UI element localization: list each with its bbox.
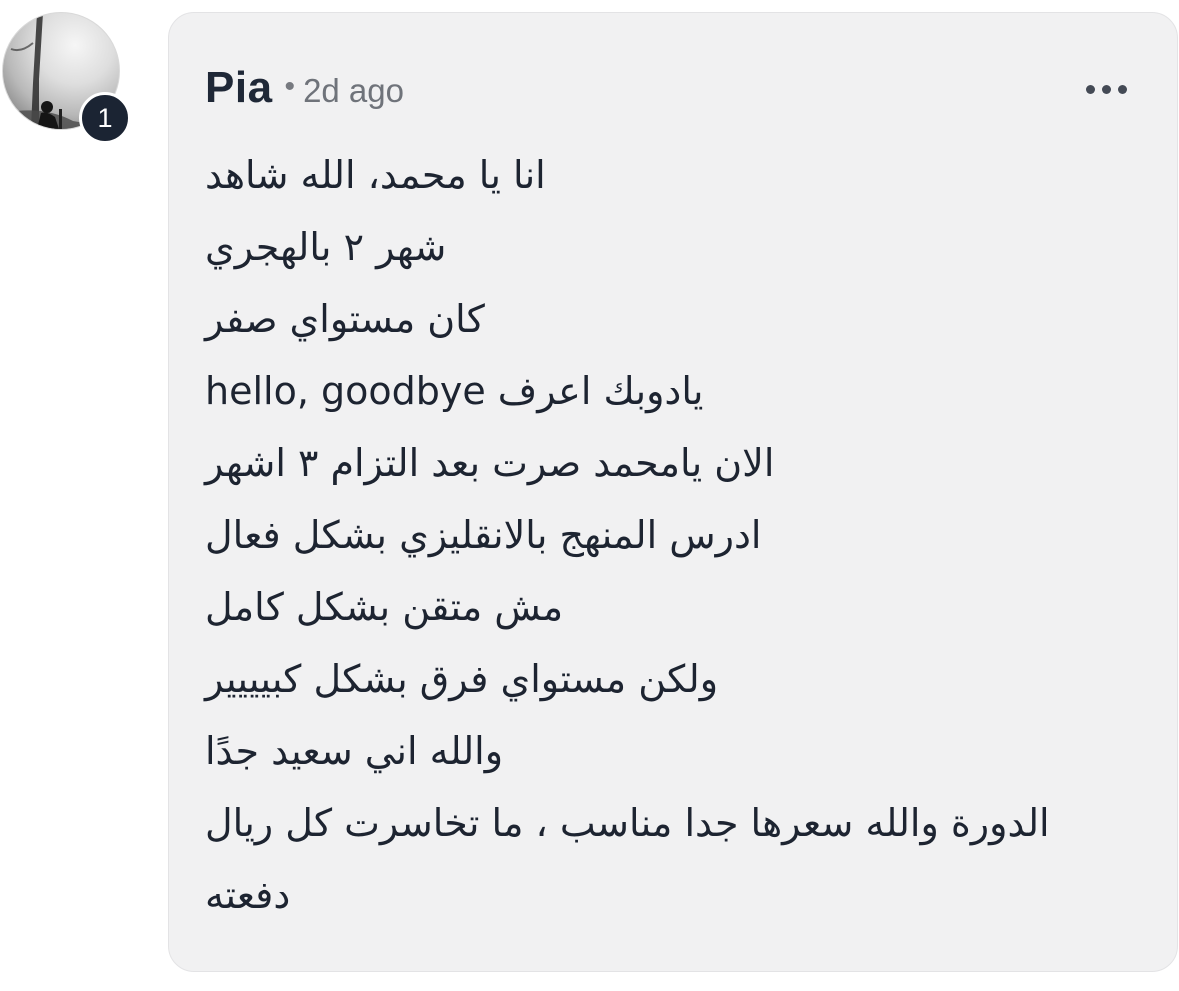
more-dot bbox=[1086, 85, 1095, 94]
comment-bubble: Pia • 2d ago انا يا محمد، الله شاهد شهر … bbox=[168, 12, 1178, 972]
comment-line: الدورة والله سعرها جدا مناسب ، ما تخاسرت… bbox=[205, 801, 1050, 845]
author-name[interactable]: Pia bbox=[205, 63, 273, 113]
comment-body: انا يا محمد، الله شاهد شهر ٢ بالهجري كان… bbox=[205, 139, 1065, 931]
comment-line: الان يامحمد صرت بعد التزام ٣ اشهر bbox=[205, 441, 775, 485]
comment-line: يادوبك اعرف hello, goodbye bbox=[205, 369, 704, 413]
comment: 1 Pia • 2d ago انا يا محمد، الله شاهد شه… bbox=[0, 0, 1179, 991]
comment-line: دفعته bbox=[205, 873, 291, 917]
meta-separator: • bbox=[284, 70, 296, 103]
more-dot bbox=[1102, 85, 1111, 94]
timestamp: 2d ago bbox=[303, 72, 404, 109]
comment-line: ولكن مستواي فرق بشكل كبيييير bbox=[205, 657, 719, 701]
comment-line: مش متقن بشكل كامل bbox=[205, 585, 564, 629]
more-options-icon[interactable] bbox=[1086, 85, 1127, 94]
comment-header: Pia • 2d ago bbox=[205, 63, 404, 113]
notification-badge: 1 bbox=[79, 92, 131, 144]
comment-line: انا يا محمد، الله شاهد bbox=[205, 153, 546, 197]
comment-line: شهر ٢ بالهجري bbox=[205, 225, 447, 269]
comment-line: والله اني سعيد جدًا bbox=[205, 729, 504, 773]
avatar-container[interactable]: 1 bbox=[2, 12, 131, 144]
comment-line: كان مستواي صفر bbox=[205, 297, 485, 341]
comment-line: ادرس المنهج بالانقليزي بشكل فعال bbox=[205, 513, 762, 557]
more-dot bbox=[1118, 85, 1127, 94]
